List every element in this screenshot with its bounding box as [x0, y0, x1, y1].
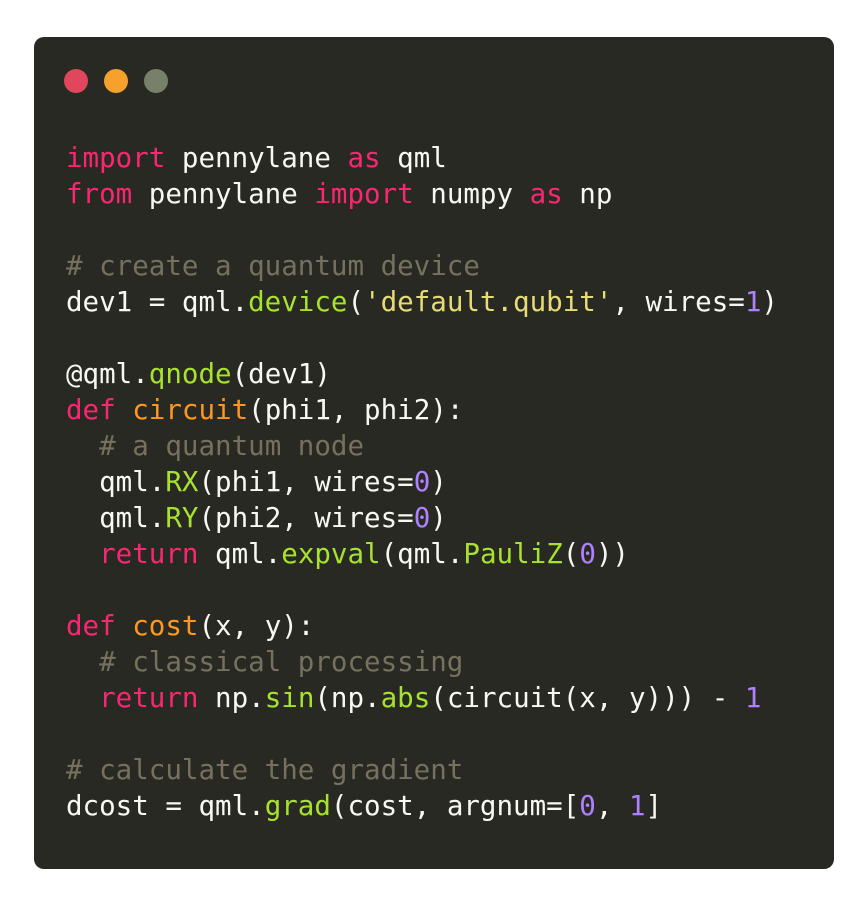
code-token: ) — [430, 502, 447, 534]
comment-token: # classical processing — [99, 646, 464, 678]
code-line: import pennylane as qml — [66, 140, 778, 176]
code-token: )) — [595, 538, 629, 570]
code-token: ) — [430, 466, 447, 498]
code-line: def cost(x, y): — [66, 608, 778, 644]
zoom-dot-icon[interactable] — [144, 69, 168, 93]
keyword-token: def — [66, 610, 116, 642]
code-line: dcost = qml.grad(cost, argnum=[0, 1] — [66, 788, 778, 824]
code-token: dev1 = qml. — [66, 286, 249, 318]
close-dot-icon[interactable] — [64, 69, 88, 93]
code-block: import pennylane as qml from pennylane im… — [66, 140, 778, 824]
code-line: from pennylane import numpy as np — [66, 176, 778, 212]
function-token: RY — [165, 502, 199, 534]
code-token: @qml. — [66, 358, 149, 390]
number-token: 1 — [744, 682, 762, 714]
function-token: sin — [264, 682, 315, 714]
code-line: return qml.expval(qml.PauliZ(0)) — [66, 536, 778, 572]
number-token: 1 — [744, 286, 762, 318]
code-line: @qml.qnode(dev1) — [66, 356, 778, 392]
code-token: dcost = qml. — [66, 790, 265, 822]
code-token: ( — [347, 286, 365, 318]
code-token: ( — [562, 538, 580, 570]
code-token: (np. — [314, 682, 381, 714]
code-line: return np.sin(np.abs(circuit(x, y))) - 1 — [66, 680, 778, 716]
string-token: 'default.qubit' — [364, 286, 613, 318]
code-line: # create a quantum device — [66, 248, 778, 284]
code-line: # a quantum node — [66, 428, 778, 464]
function-token: abs — [380, 682, 431, 714]
code-token: (x, y): — [198, 610, 315, 642]
keyword-token: from — [66, 178, 133, 210]
comment-token: # calculate the gradient — [66, 754, 464, 786]
function-token: device — [248, 286, 348, 318]
code-line: qml.RY(phi2, wires=0) — [66, 500, 778, 536]
code-token: qml — [380, 142, 447, 174]
code-token: pennylane — [165, 142, 348, 174]
keyword-token: return — [99, 538, 199, 570]
code-line: dev1 = qml.device('default.qubit', wires… — [66, 284, 778, 320]
number-token: 0 — [413, 466, 431, 498]
code-token: np. — [198, 682, 265, 714]
code-token: (cost, argnum=[ — [330, 790, 580, 822]
keyword-token: as — [347, 142, 381, 174]
code-token: (circuit(x, y))) - — [430, 682, 745, 714]
number-token: 1 — [628, 790, 646, 822]
code-token: (phi1, wires= — [198, 466, 414, 498]
number-token: 0 — [413, 502, 431, 534]
code-token: ) — [761, 286, 778, 318]
comment-token: # create a quantum device — [66, 250, 480, 282]
keyword-token: import — [66, 142, 166, 174]
number-token: 0 — [579, 790, 596, 822]
code-token: (phi2, wires= — [198, 502, 414, 534]
code-line: def circuit(phi1, phi2): — [66, 392, 778, 428]
definition-name-token: cost — [132, 610, 199, 642]
code-token: numpy — [413, 178, 530, 210]
code-line: qml.RX(phi1, wires=0) — [66, 464, 778, 500]
code-token: pennylane — [132, 178, 315, 210]
number-token: 0 — [579, 538, 596, 570]
code-token: (dev1) — [231, 358, 331, 390]
code-token: qml. — [198, 538, 282, 570]
comment-token: # a quantum node — [99, 430, 365, 462]
code-token: qml. — [66, 502, 166, 534]
code-token: (phi1, phi2): — [248, 394, 464, 426]
code-token: qml. — [66, 466, 166, 498]
keyword-token: def — [66, 394, 116, 426]
code-token: , wires= — [612, 286, 745, 318]
code-token: (qml. — [380, 538, 464, 570]
function-token: RX — [165, 466, 199, 498]
code-token: , — [595, 790, 629, 822]
keyword-token: import — [314, 178, 414, 210]
code-token: ] — [645, 790, 663, 822]
function-token: expval — [281, 538, 381, 570]
keyword-token: as — [529, 178, 563, 210]
keyword-token: return — [99, 682, 199, 714]
function-token: qnode — [148, 358, 232, 390]
definition-name-token: circuit — [132, 394, 249, 426]
code-token: np — [562, 178, 613, 210]
function-token: PauliZ — [463, 538, 563, 570]
code-window: import pennylane as qml from pennylane im… — [34, 37, 834, 869]
code-line: # calculate the gradient — [66, 752, 778, 788]
code-line: # classical processing — [66, 644, 778, 680]
function-token: grad — [264, 790, 331, 822]
minimize-dot-icon[interactable] — [104, 69, 128, 93]
